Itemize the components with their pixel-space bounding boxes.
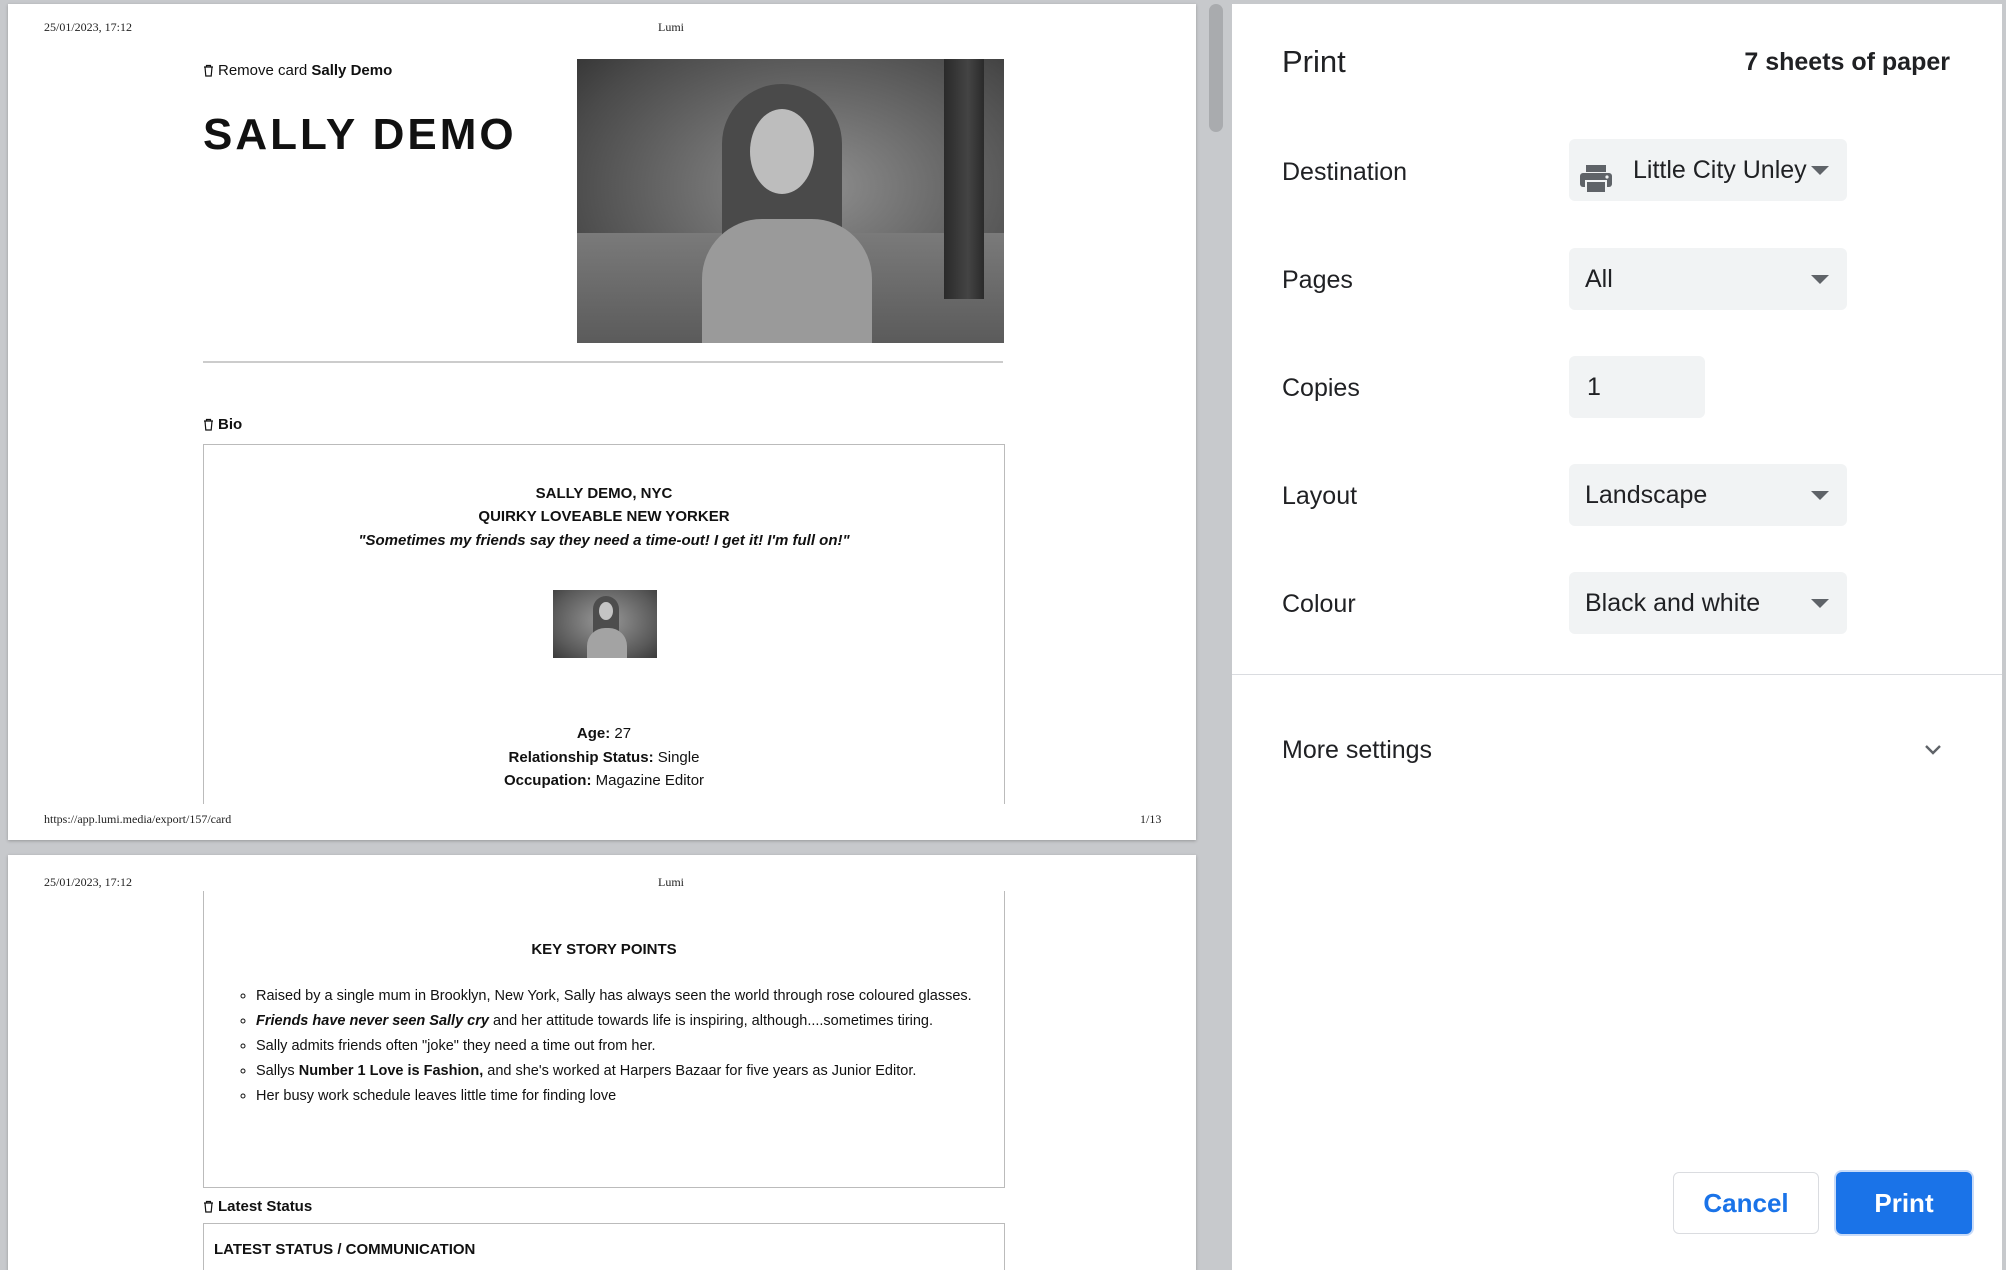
bio-occupation: Occupation: Magazine Editor [503, 772, 705, 789]
bio-line-2: QUIRKY LOVEABLE NEW YORKER [478, 508, 730, 525]
cancel-button[interactable]: Cancel [1673, 1172, 1819, 1234]
remove-card-text: Remove card [218, 62, 308, 79]
preview-page-1: 25/01/2023, 17:12 Lumi Remove card Sally… [8, 4, 1196, 840]
scrollbar-thumb[interactable] [1209, 4, 1223, 132]
dropdown-caret-icon [1811, 491, 1829, 500]
colour-select[interactable]: Black and white [1569, 572, 1847, 634]
key-story-title: KEY STORY POINTS [531, 941, 677, 958]
preview-scrollbar[interactable] [1201, 0, 1232, 1270]
dropdown-caret-icon [1811, 166, 1829, 175]
bio-age: Age: 27 [576, 725, 632, 742]
chevron-down-icon[interactable] [1922, 739, 1944, 766]
bio-label-text: Bio [218, 416, 243, 433]
trash-icon [203, 1200, 213, 1213]
remove-card-name: Sally Demo [311, 62, 393, 79]
list-item: Sallys Number 1 Love is Fashion, and she… [256, 1062, 996, 1081]
list-item: Her busy work schedule leaves little tim… [256, 1087, 996, 1106]
card-name-title: SALLY DEMO [203, 110, 517, 159]
print-button[interactable]: Print [1836, 1172, 1972, 1234]
preview-page-2: 25/01/2023, 17:12 Lumi KEY STORY POINTS … [8, 855, 1196, 1270]
bio-card: SALLY DEMO, NYC QUIRKY LOVEABLE NEW YORK… [203, 444, 1005, 840]
colour-label: Colour [1282, 590, 1356, 618]
latest-status-label: Latest Status [203, 1198, 312, 1215]
bio-section-label: Bio [203, 416, 242, 433]
list-item: Friends have never seen Sally cry and he… [256, 1012, 996, 1031]
panel-title: Print [1282, 44, 1346, 79]
layout-label: Layout [1282, 482, 1358, 510]
remove-card-line: Remove card Sally Demo [203, 62, 392, 79]
page-footer-url: https://app.lumi.media/export/157/card [44, 812, 232, 826]
trash-icon [203, 64, 213, 77]
page-header-date: 25/01/2023, 17:12 [44, 20, 133, 34]
layout-select[interactable]: Landscape [1569, 464, 1847, 526]
latest-status-card: LATEST STATUS / COMMUNICATION [203, 1223, 1005, 1270]
bio-thumbnail [553, 590, 657, 658]
page-header-title: Lumi [658, 20, 684, 34]
list-item: Raised by a single mum in Brooklyn, New … [256, 987, 996, 1006]
copies-label: Copies [1282, 374, 1360, 402]
copies-value: 1 [1587, 373, 1601, 401]
print-preview[interactable]: 25/01/2023, 17:12 Lumi Remove card Sally… [0, 0, 1232, 1270]
bio-quote: "Sometimes my friends say they need a ti… [358, 532, 850, 549]
more-settings-toggle[interactable]: More settings [1282, 736, 1432, 765]
destination-value: Little City Unley Printer [1633, 156, 1813, 184]
print-settings-panel: Print 7 sheets of paper Destination Litt… [1232, 4, 2002, 1270]
profile-photo [577, 59, 1004, 343]
trash-icon [203, 418, 213, 431]
pages-value: All [1585, 265, 1613, 293]
colour-value: Black and white [1585, 589, 1761, 617]
page-header-date: 25/01/2023, 17:12 [44, 875, 133, 889]
bio-relationship: Relationship Status: Single [508, 749, 700, 766]
layout-value: Landscape [1585, 481, 1708, 509]
panel-divider [1232, 674, 2002, 675]
pages-select[interactable]: All [1569, 248, 1847, 310]
dropdown-caret-icon [1811, 275, 1829, 284]
key-story-list: Raised by a single mum in Brooklyn, New … [234, 987, 996, 1112]
page-header-title: Lumi [658, 875, 684, 889]
page-footer-number: 1/13 [1140, 812, 1162, 826]
dropdown-caret-icon [1811, 599, 1829, 608]
pages-label: Pages [1282, 266, 1353, 294]
printer-icon [1579, 155, 1613, 201]
bio-line-1: SALLY DEMO, NYC [535, 485, 673, 502]
sheet-count: 7 sheets of paper [1744, 48, 1950, 76]
destination-select[interactable]: Little City Unley Printer [1569, 139, 1847, 201]
key-story-card: KEY STORY POINTS Raised by a single mum … [203, 891, 1005, 1188]
divider [203, 361, 1003, 363]
latest-status-title: LATEST STATUS / COMMUNICATION [214, 1241, 476, 1258]
copies-input[interactable]: 1 [1569, 356, 1705, 418]
destination-label: Destination [1282, 158, 1408, 186]
list-item: Sally admits friends often "joke" they n… [256, 1037, 996, 1056]
